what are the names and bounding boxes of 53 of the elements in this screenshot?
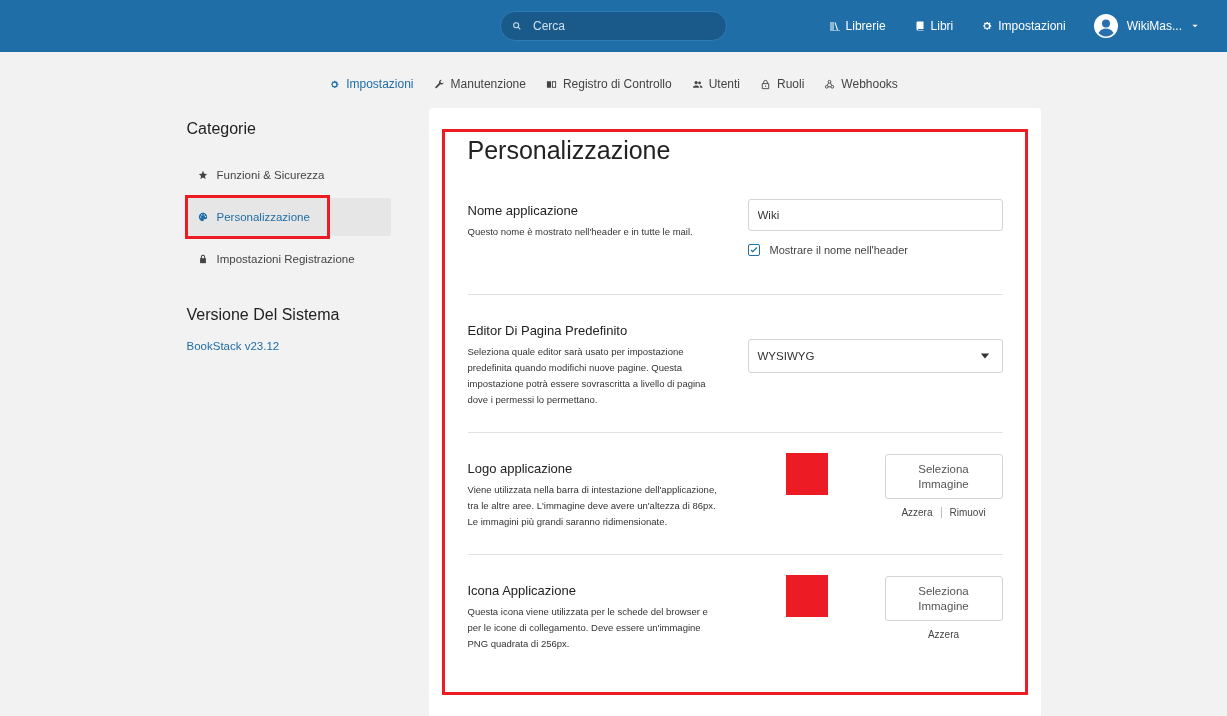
setting-label: Icona Applicazione [467, 583, 577, 598]
nav-tab[interactable]: Registro di Controllo [545, 77, 672, 91]
image-action-link[interactable]: Azzera [927, 629, 960, 640]
nav-tab[interactable]: Ruoli [760, 77, 805, 91]
settings-icon [329, 78, 341, 90]
sidebar-heading: Categorie [186, 120, 257, 138]
checkbox-label: Mostrare il nome nell'header [769, 244, 908, 256]
nav-tab[interactable]: Webhooks [824, 77, 898, 91]
version-link[interactable]: BookStack v23.12 [186, 340, 280, 352]
caret-icon [1191, 22, 1199, 30]
wrench-icon [433, 78, 445, 90]
setting-description: Questa icona viene utilizzata per le schede del browser e per le icone di collegamento. Deve essere un'immagine PNG quadrata di 256px. [467, 605, 709, 651]
search-icon [512, 21, 522, 31]
image-action-link[interactable]: Azzera [901, 507, 933, 518]
page-title: Personalizzazione [467, 136, 672, 165]
books-icon [828, 20, 841, 32]
webhooks-icon [824, 78, 836, 90]
nav-tab[interactable]: Manutenzione [433, 77, 526, 91]
header-link[interactable]: Librerie [828, 19, 886, 33]
header-link[interactable]: Libri [913, 19, 954, 33]
lock-icon [197, 254, 208, 264]
settings-icon [981, 20, 994, 32]
header-link[interactable]: Impostazioni [981, 19, 1066, 33]
users-icon [691, 78, 703, 90]
nav-tab[interactable]: Utenti [691, 77, 740, 91]
lock-icon [760, 78, 771, 90]
user-avatar-icon [1093, 14, 1118, 38]
book-icon [545, 78, 557, 90]
image-preview [785, 575, 828, 617]
sidebar-item[interactable]: Funzioni & Sicurezza [186, 156, 391, 194]
user-menu-button[interactable]: WikiMas... [1093, 14, 1199, 38]
setting-label: Editor Di Pagina Predefinito [467, 323, 629, 338]
setting-label: Nome applicazione [467, 203, 580, 218]
select-image-button[interactable]: Seleziona Immagine [884, 576, 1003, 621]
search-field[interactable]: Cerca [500, 11, 727, 41]
setting-description: Questo nome è mostrato nell'header e in tutte le mail. [467, 225, 694, 239]
image-action-link[interactable]: Rimuovi [949, 507, 986, 518]
sidebar-item[interactable]: Personalizzazione [186, 198, 391, 236]
star-icon [197, 170, 208, 180]
text-field[interactable]: Wiki [747, 199, 1003, 231]
image-preview [785, 453, 828, 495]
setting-description: Seleziona quale editor sarà usato per impostazione predefinita quando modifichi nuove pagine. Questa impostazione potrà essere sovrascritta a livello di pagina dove i permessi lo permettano. [467, 345, 707, 407]
check-icon [748, 245, 759, 255]
nav-tab[interactable]: Impostazioni [329, 77, 414, 91]
select-image-button[interactable]: Seleziona Immagine [884, 454, 1003, 499]
checkbox[interactable] [747, 244, 760, 256]
setting-label: Logo applicazione [467, 461, 574, 476]
dropdown[interactable]: WYSIWYG [747, 339, 1003, 373]
sidebar-item[interactable]: Impostazioni Registrazione [186, 240, 391, 278]
setting-description: Viene utilizzata nella barra di intestazione dell'applicazione, tra le altre aree. L'immagine deve avere un'altezza di 86px. Le immagini più grandi saranno ridimensionate. [467, 483, 718, 529]
palette-icon [197, 212, 208, 222]
sidebar-heading: Versione Del Sistema [186, 306, 341, 324]
caret-icon [979, 351, 990, 361]
